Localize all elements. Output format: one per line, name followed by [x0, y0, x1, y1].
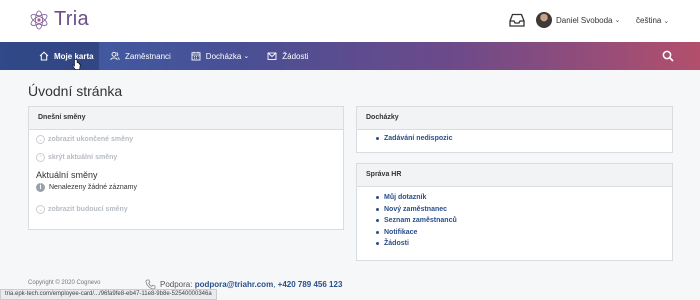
- user-menu[interactable]: Daniel Svoboda ⌄: [536, 12, 620, 28]
- card-title: Dnešní směny: [29, 107, 343, 130]
- support-phone-link[interactable]: +420 789 456 123: [278, 280, 343, 289]
- support-separator: ,: [273, 280, 276, 289]
- list-item: Můj dotazník: [376, 192, 457, 204]
- chevron-down-icon: ⌄: [36, 135, 45, 144]
- support-label: Podpora:: [160, 280, 193, 289]
- search-icon[interactable]: [662, 50, 674, 62]
- list-item: Seznam zaměstnanců: [376, 215, 457, 227]
- current-shifts-heading: Aktuální směny: [36, 170, 98, 180]
- nav-item-zadosti[interactable]: Žádosti: [267, 42, 308, 70]
- show-finished-shifts-toggle[interactable]: ⌄ zobrazit ukončené směny: [36, 135, 133, 144]
- chevron-down-icon: ⌄: [663, 17, 670, 25]
- pointer-cursor-icon: [72, 59, 81, 70]
- attendance-links: Zadávání nedispozic: [376, 133, 452, 145]
- message-text: Nenalezeny žádné záznamy: [49, 184, 137, 191]
- toggle-label: zobrazit budoucí směny: [48, 206, 128, 213]
- users-icon: [110, 51, 120, 61]
- user-name: Daniel Svoboda: [556, 15, 613, 25]
- calendar-icon: [191, 51, 201, 61]
- nav-item-zamestnanci[interactable]: Zaměstnanci: [110, 42, 171, 70]
- toggle-label: skrýt aktuální směny: [48, 154, 118, 161]
- avatar: [536, 12, 552, 28]
- language-selector[interactable]: čeština ⌄: [636, 16, 669, 25]
- card-title: Docházky: [357, 107, 672, 130]
- hide-current-shifts-toggle[interactable]: ⌃ skrýt aktuální směny: [36, 153, 117, 162]
- chevron-up-icon: ⌃: [36, 153, 45, 162]
- info-icon: i: [36, 183, 45, 192]
- attendance-card: Docházky Zadávání nedispozic: [356, 106, 673, 153]
- link-zadosti[interactable]: Žádosti: [384, 240, 409, 247]
- link-zadavani-nedispozic[interactable]: Zadávání nedispozic: [384, 135, 452, 142]
- hr-card: Správa HR Můj dotazník Nový zaměstnanec …: [356, 163, 673, 261]
- show-future-shifts-toggle[interactable]: ⌄ zobrazit budoucí směny: [36, 205, 128, 214]
- link-seznam-zamestnancu[interactable]: Seznam zaměstnanců: [384, 217, 457, 224]
- link-notifikace[interactable]: Notifikace: [384, 229, 417, 236]
- support-email-link[interactable]: podpora@triahr.com: [195, 280, 273, 289]
- list-item: Zadávání nedispozic: [376, 133, 452, 145]
- chevron-down-icon: ⌄: [614, 17, 621, 24]
- nav-item-label: Žádosti: [282, 51, 309, 61]
- toggle-label: zobrazit ukončené směny: [48, 136, 134, 143]
- nav-item-label: Docházka: [205, 51, 242, 61]
- inbox-icon[interactable]: [509, 13, 525, 27]
- list-item: Nový zaměstnanec: [376, 204, 457, 216]
- hr-links: Můj dotazník Nový zaměstnanec Seznam zam…: [376, 192, 457, 250]
- chevron-down-icon: ⌄: [243, 53, 250, 60]
- shifts-card: Dnešní směny ⌄ zobrazit ukončené směny ⌃…: [28, 106, 344, 230]
- card-title: Správa HR: [357, 164, 672, 187]
- nav-item-label: Zaměstnanci: [125, 51, 171, 61]
- page-title: Úvodní stránka: [28, 83, 123, 99]
- language-label: čeština: [636, 16, 662, 25]
- logo[interactable]: Tria: [28, 8, 89, 31]
- no-records-message: i Nenalezeny žádné záznamy: [36, 183, 137, 192]
- list-item: Žádosti: [376, 238, 457, 250]
- status-bar-url: tria.epk-tech.com/employee-card/.../96fa…: [0, 289, 217, 300]
- copyright: Copyright © 2020 Cognevo: [28, 280, 101, 286]
- link-novy-zamestnanec[interactable]: Nový zaměstnanec: [384, 206, 447, 213]
- chevron-down-icon: ⌄: [36, 205, 45, 214]
- envelope-icon: [267, 52, 277, 60]
- link-muj-dotaznik[interactable]: Můj dotazník: [384, 194, 426, 201]
- nav-item-moje-karta[interactable]: Moje karta: [0, 42, 99, 70]
- nav-item-dochazka[interactable]: Docházka ⌄: [191, 42, 249, 70]
- main-nav: Moje karta Zaměstnanci Docházka ⌄ Žádost…: [0, 42, 700, 70]
- logo-text: Tria: [54, 8, 89, 30]
- list-item: Notifikace: [376, 227, 457, 239]
- home-icon: [39, 51, 49, 61]
- top-bar: Tria Daniel Svoboda ⌄ čeština ⌄: [0, 0, 700, 42]
- logo-icon: [30, 10, 48, 29]
